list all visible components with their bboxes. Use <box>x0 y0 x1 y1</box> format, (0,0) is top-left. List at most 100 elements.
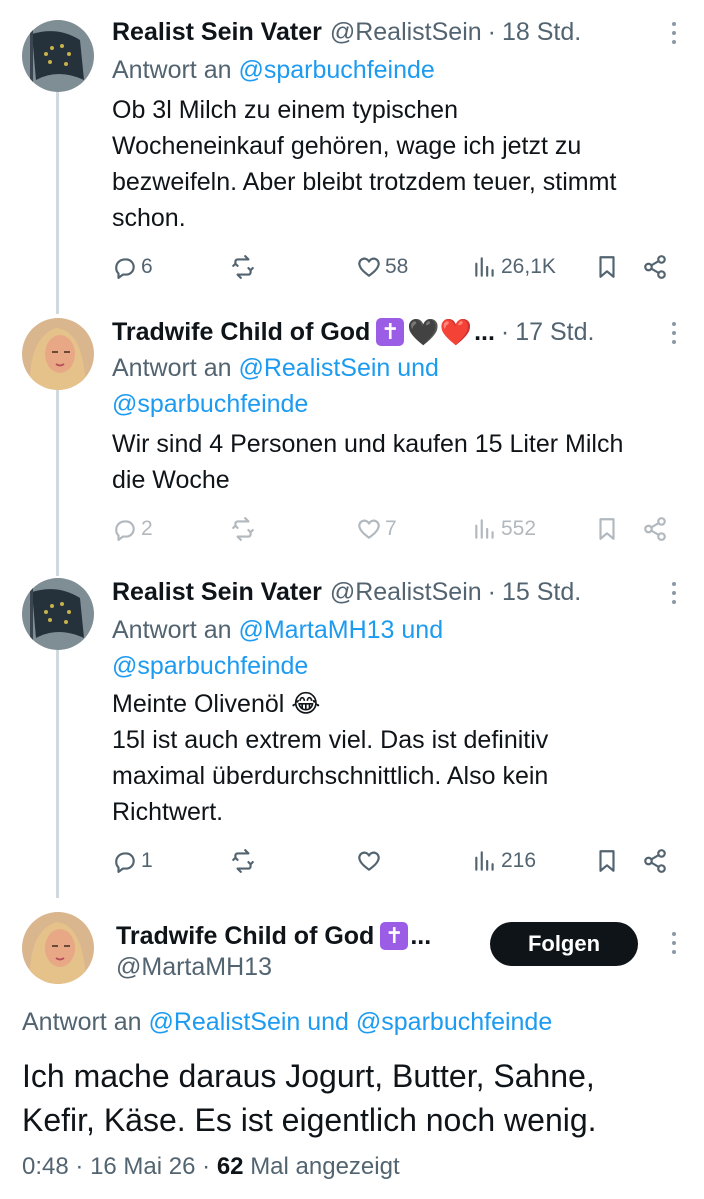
portrait-avatar-image <box>22 318 94 390</box>
portrait-avatar-image <box>22 912 94 984</box>
text-line: Richtwert. <box>112 798 224 826</box>
text-line: die Woche <box>112 466 230 494</box>
timestamp[interactable]: 17 Std. <box>515 318 594 347</box>
like-button[interactable] <box>356 846 382 876</box>
cross-emoji: ✝ <box>376 318 405 346</box>
separator: · <box>487 17 496 46</box>
like-button[interactable]: 7 <box>356 514 397 544</box>
views-count: 216 <box>501 849 537 872</box>
post-time[interactable]: 0:48 <box>22 1153 69 1180</box>
separator: · <box>487 577 496 606</box>
mention-link[interactable]: @RealistSein und <box>238 354 439 382</box>
mention-link[interactable]: @sparbuchfeinde <box>238 56 434 84</box>
share-button[interactable] <box>642 252 668 282</box>
retweet-button[interactable] <box>230 252 256 282</box>
reply-button[interactable]: 6 <box>112 252 153 282</box>
avatar[interactable] <box>22 912 94 984</box>
mention-link[interactable]: @RealistSein und @sparbuchfeinde <box>148 1008 552 1036</box>
heart-icon <box>358 257 380 277</box>
user-handle[interactable]: @MartaMH13 <box>116 950 272 984</box>
retweet-icon <box>232 517 254 541</box>
text-line: bezweifeln. Aber bleibt trotzdem teuer, … <box>112 168 617 196</box>
display-name[interactable]: Tradwife Child of God <box>116 922 374 951</box>
avatar[interactable] <box>22 20 94 92</box>
views-icon <box>475 519 494 539</box>
reply-prefix: Antwort an <box>112 56 232 84</box>
tweet-text: Wir sind 4 Personen und kaufen 15 Liter … <box>112 426 686 498</box>
reply-context: Antwort an @sparbuchfeinde <box>112 52 664 88</box>
separator: · <box>75 1153 84 1180</box>
flag-avatar-image <box>22 20 94 92</box>
text-line: schon. <box>112 204 186 232</box>
display-name[interactable]: Realist Sein Vater <box>112 578 322 607</box>
more-icon[interactable] <box>670 22 678 48</box>
post-date[interactable]: 16 Mai 26 <box>90 1153 195 1180</box>
separator: · <box>202 1153 211 1180</box>
text-line: Wocheneinkauf gehören, wage ich jetzt zu <box>112 132 582 160</box>
reply-context: Antwort an @RealistSein und @sparbuchfei… <box>22 1004 552 1040</box>
tweet[interactable]: Tradwife Child of God ✝ 🖤❤️ ... · 17 Std… <box>0 300 704 562</box>
avatar[interactable] <box>22 318 94 390</box>
reply-button[interactable]: 1 <box>112 846 153 876</box>
mention-link[interactable]: @sparbuchfeinde <box>112 386 664 422</box>
views-button[interactable]: 216 <box>472 846 536 876</box>
text-line: Kefir, Käse. Es ist eigentlich noch weni… <box>22 1102 597 1138</box>
bookmark-button[interactable] <box>594 514 620 544</box>
views-button[interactable]: 26,1K <box>472 252 556 282</box>
views-icon <box>475 257 494 277</box>
reply-count: 6 <box>141 255 153 278</box>
reply-prefix: Antwort an <box>22 1008 142 1036</box>
bookmark-button[interactable] <box>594 846 620 876</box>
view-label: Mal angezeigt <box>250 1153 400 1180</box>
user-handle[interactable]: @RealistSein <box>330 578 482 607</box>
retweet-icon <box>232 255 254 279</box>
bookmark-button[interactable] <box>594 252 620 282</box>
main-header: Tradwife Child of God ✝ ... <box>116 918 431 954</box>
bookmark-icon <box>599 518 615 540</box>
like-button[interactable]: 58 <box>356 252 408 282</box>
more-icon[interactable] <box>670 932 678 958</box>
follow-button[interactable]: Folgen <box>490 922 638 966</box>
views-count: 552 <box>501 517 537 540</box>
reply-context: Antwort an @MartaMH13 und @sparbuchfeind… <box>112 612 664 684</box>
more-icon[interactable] <box>670 322 678 348</box>
timestamp[interactable]: 15 Std. <box>502 578 581 607</box>
views-icon <box>475 851 494 871</box>
display-name[interactable]: Realist Sein Vater <box>112 18 322 47</box>
reply-count: 2 <box>141 517 153 540</box>
retweet-button[interactable] <box>230 514 256 544</box>
hearts-emoji: 🖤❤️ <box>407 317 473 347</box>
views-button[interactable]: 552 <box>472 514 536 544</box>
heart-icon <box>358 851 380 871</box>
tweet[interactable]: Realist Sein Vater @RealistSein · 15 Std… <box>0 562 704 892</box>
action-bar: 6 58 26,1K <box>112 252 672 282</box>
heart-icon <box>358 519 380 539</box>
text-line: Ich mache daraus Jogurt, Butter, Sahne, <box>22 1058 595 1094</box>
share-button[interactable] <box>642 514 668 544</box>
mention-link[interactable]: @MartaMH13 und <box>238 616 443 644</box>
share-button[interactable] <box>642 846 668 876</box>
reply-prefix: Antwort an <box>112 354 232 382</box>
reply-icon <box>115 520 135 541</box>
avatar[interactable] <box>22 578 94 650</box>
retweet-button[interactable] <box>230 846 256 876</box>
display-name[interactable]: Tradwife Child of God <box>112 318 370 347</box>
share-icon <box>644 255 666 279</box>
tweet[interactable]: Realist Sein Vater @RealistSein · 18 Std… <box>0 0 704 300</box>
views-count: 26,1K <box>501 255 556 278</box>
tweet-meta: 0:48 · 16 Mai 26 · 62 Mal angezeigt <box>22 1150 400 1184</box>
cross-emoji: ✝ <box>380 922 409 950</box>
more-icon[interactable] <box>670 582 678 608</box>
reply-icon <box>115 852 135 873</box>
mention-link[interactable]: @sparbuchfeinde <box>112 648 664 684</box>
like-count: 58 <box>385 255 409 278</box>
separator: · <box>500 317 510 346</box>
user-handle[interactable]: @RealistSein <box>330 18 482 47</box>
text-line: Meinte Olivenöl 😂 <box>112 690 321 718</box>
share-icon <box>644 517 666 541</box>
name-ellipsis: ... <box>474 317 495 346</box>
timestamp[interactable]: 18 Std. <box>502 18 581 47</box>
reply-button[interactable]: 2 <box>112 514 153 544</box>
main-tweet-text: Ich mache daraus Jogurt, Butter, Sahne, … <box>22 1054 684 1142</box>
tweet-header: Tradwife Child of God ✝ 🖤❤️ ... · 17 Std… <box>112 314 684 350</box>
